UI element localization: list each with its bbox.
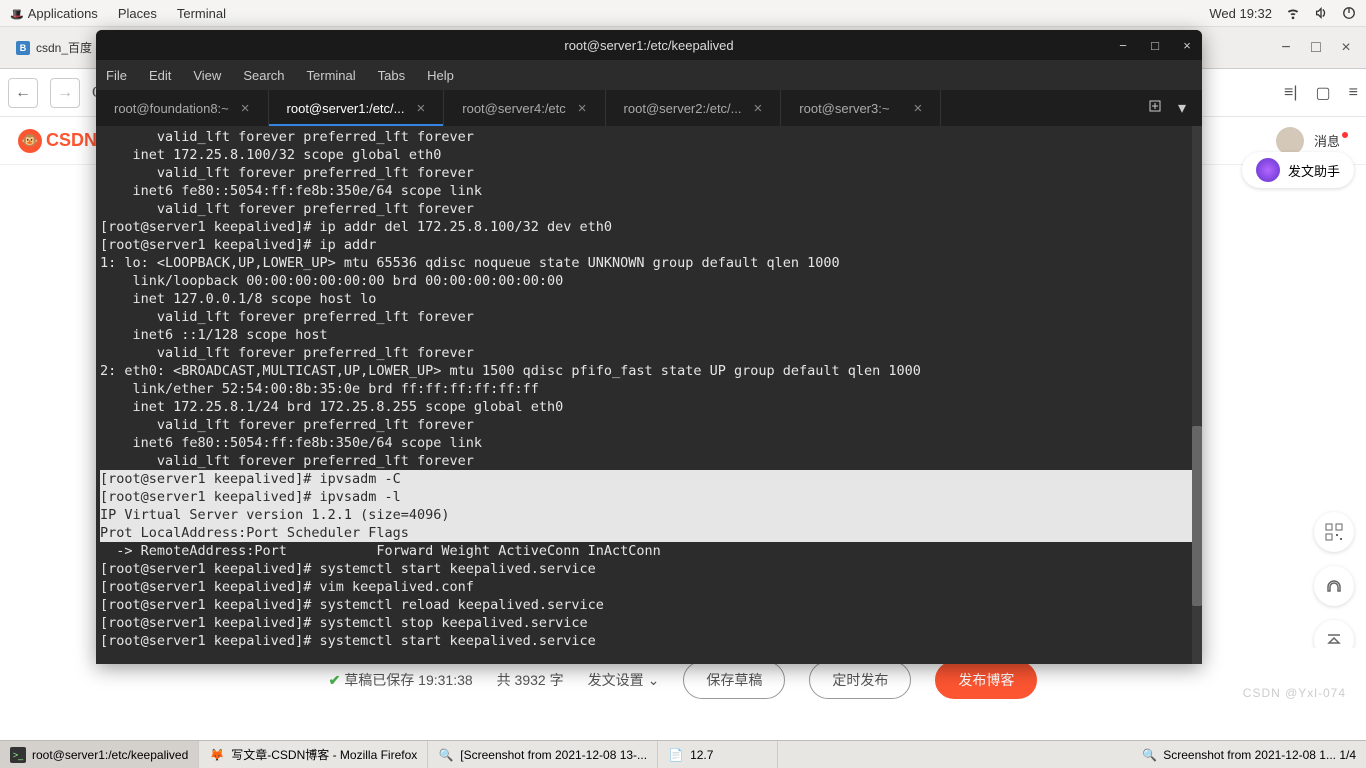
publish-settings-dropdown[interactable]: 发文设置⌄ [588,670,660,690]
taskbar-right[interactable]: 🔍 Screenshot from 2021-12-08 1... 1/4 [1132,741,1366,768]
draft-saved-label: 草稿已保存 19:31:38 [344,672,472,688]
clock-label[interactable]: Wed 19:32 [1209,6,1272,21]
terminal-tab-1[interactable]: root@server1:/etc/... × [269,90,445,126]
close-icon[interactable]: × [578,100,587,117]
menu-applications[interactable]: Applications [10,6,98,21]
menu-places[interactable]: Places [118,6,157,21]
terminal-text-highlight: [root@server1 keepalived]# ipvsadm -C [r… [100,470,1198,542]
taskbar-item-label: 写文章-CSDN博客 - Mozilla Firefox [231,746,417,763]
back-button[interactable]: ← [8,78,38,108]
csdn-logo[interactable]: CSDN [18,129,97,153]
terminal-text-bottom: -> RemoteAddress:Port Forward Weight Act… [100,543,661,649]
taskbar-item-label: 12.7 [690,748,713,762]
publish-settings-label: 发文设置 [588,670,644,690]
desktop-top-panel: Applications Places Terminal Wed 19:32 [0,0,1366,27]
volume-icon[interactable] [1314,6,1328,20]
terminal-window: root@server1:/etc/keepalived − □ × File … [96,30,1202,664]
taskbar-item-label: [Screenshot from 2021-12-08 13-... [460,748,647,762]
menu-file[interactable]: File [106,68,127,83]
browser-tab[interactable]: B csdn_百度 [6,33,102,62]
scrollbar-thumb[interactable] [1192,426,1202,606]
terminal-text-top: valid_lft forever preferred_lft forever … [100,129,921,469]
terminal-titlebar: root@server1:/etc/keepalived − □ × [96,30,1202,60]
messages-label: 消息 [1314,131,1340,150]
terminal-tab-label: root@server3:~ [799,101,889,116]
watermark-label: CSDN @Yxl-074 [1243,686,1346,700]
qr-icon[interactable] [1314,512,1354,552]
menu-help[interactable]: Help [427,68,454,83]
csdn-brand-label: CSDN [46,130,97,151]
tab-dropdown-icon[interactable]: ▾ [1178,98,1186,118]
check-icon: ✔ [329,672,341,688]
terminal-tab-label: root@server1:/etc/... [287,101,405,116]
taskbar: >_ root@server1:/etc/keepalived 🦊 写文章-CS… [0,740,1366,768]
close-icon[interactable]: × [754,100,763,117]
terminal-tab-2[interactable]: root@server4:/etc × [444,90,605,126]
close-icon[interactable]: × [914,100,923,117]
chevron-down-icon: ⌄ [648,672,660,689]
taskbar-item-0[interactable]: >_ root@server1:/etc/keepalived [0,741,199,768]
browser-minimize-icon[interactable]: − [1280,39,1292,57]
word-count-label: 共 3932 字 [497,670,564,690]
menu-terminal[interactable]: Terminal [177,6,226,21]
forward-button[interactable]: → [50,78,80,108]
browser-maximize-icon[interactable]: □ [1310,39,1322,57]
browser-tab-label: csdn_百度 [36,39,92,56]
terminal-tabs: root@foundation8:~ × root@server1:/etc/..… [96,90,1202,126]
hamburger-icon[interactable]: ≡ [1349,84,1358,102]
menu-edit[interactable]: Edit [149,68,171,83]
close-icon[interactable]: × [241,100,250,117]
monkey-icon [18,129,42,153]
menu-search[interactable]: Search [243,68,284,83]
messages-link[interactable]: 消息 [1314,131,1348,150]
taskbar-item-1[interactable]: 🦊 写文章-CSDN博客 - Mozilla Firefox [199,741,428,768]
terminal-title-label: root@server1:/etc/keepalived [564,38,733,53]
terminal-tab-0[interactable]: root@foundation8:~ × [96,90,269,126]
terminal-scrollbar[interactable] [1192,126,1202,664]
terminal-output[interactable]: valid_lft forever preferred_lft forever … [96,126,1202,664]
browser-close-icon[interactable]: × [1340,39,1352,57]
image-icon: 🔍 [1142,748,1157,762]
side-tools [1314,512,1354,660]
avatar[interactable] [1276,127,1304,155]
notification-dot-icon [1342,132,1348,138]
close-icon[interactable]: × [417,100,426,117]
article-helper-label: 发文助手 [1288,161,1340,180]
menu-terminal-app[interactable]: Terminal [307,68,356,83]
terminal-tab-label: root@foundation8:~ [114,101,229,116]
image-icon: 🔍 [438,747,454,763]
taskbar-item-3[interactable]: 📄 12.7 [658,741,778,768]
schedule-publish-button[interactable]: 定时发布 [809,661,911,699]
terminal-minimize-icon[interactable]: − [1116,38,1130,53]
terminal-tab-label: root@server4:/etc [462,101,566,116]
menu-view[interactable]: View [193,68,221,83]
new-tab-icon[interactable] [1148,99,1162,118]
headset-icon[interactable] [1314,566,1354,606]
terminal-close-icon[interactable]: × [1180,38,1194,53]
taskbar-item-label: root@server1:/etc/keepalived [32,748,188,762]
favicon-icon: B [16,41,30,55]
publish-blog-button[interactable]: 发布博客 [935,661,1037,699]
terminal-tab-label: root@server2:/etc/... [624,101,742,116]
menu-tabs[interactable]: Tabs [378,68,405,83]
firefox-icon: 🦊 [209,747,225,763]
terminal-icon: >_ [10,747,26,763]
terminal-maximize-icon[interactable]: □ [1148,38,1162,53]
terminal-tab-3[interactable]: root@server2:/etc/... × [606,90,782,126]
article-helper-button[interactable]: 发文助手 [1242,152,1354,188]
document-icon: 📄 [668,747,684,763]
taskbar-item-2[interactable]: 🔍 [Screenshot from 2021-12-08 13-... [428,741,658,768]
terminal-menubar: File Edit View Search Terminal Tabs Help [96,60,1202,90]
assistant-icon [1256,158,1280,182]
library-icon[interactable]: ≡| [1284,84,1298,102]
save-draft-button[interactable]: 保存草稿 [683,661,785,699]
power-icon[interactable] [1342,6,1356,20]
sidebar-icon[interactable]: ▢ [1316,83,1331,103]
taskbar-right-label: Screenshot from 2021-12-08 1... 1/4 [1163,748,1356,762]
terminal-tab-4[interactable]: root@server3:~ × [781,90,941,126]
wifi-icon[interactable] [1286,6,1300,20]
